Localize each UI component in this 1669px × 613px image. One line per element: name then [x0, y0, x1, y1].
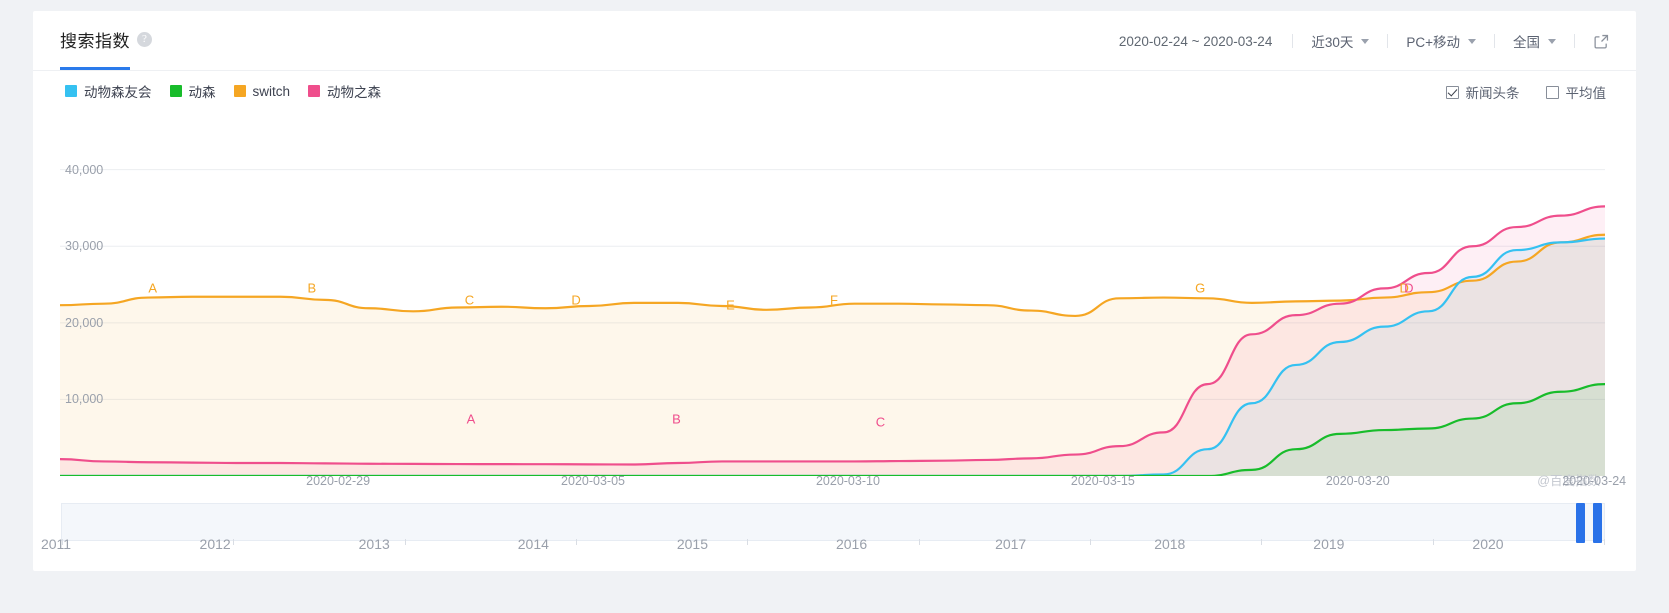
year-label-2017: 2017: [995, 536, 1027, 552]
year-label-2020: 2020: [1472, 536, 1504, 552]
region-dropdown[interactable]: 全国: [1495, 31, 1574, 51]
x-tick-label: 2020-02-29: [306, 474, 371, 488]
year-label-2015: 2015: [676, 536, 709, 552]
legend-label: 动物森友会: [84, 85, 152, 100]
timeline-year-labels: 2011 2012 2013 2014 2015 2016 2017 2018 2019 2020: [0, 536, 1669, 560]
legend-label: 动森: [188, 85, 216, 100]
y-tick-label: 10,000: [65, 392, 104, 407]
checkbox-box[interactable]: [1545, 85, 1559, 99]
year-label-2018: 2018: [1154, 536, 1186, 552]
region-label: 全国: [1513, 35, 1540, 50]
legend-row: 动物森友会 动森 switch 动物之森 新闻头条 平均值: [33, 71, 1636, 111]
event-marker-F-5[interactable]: F: [830, 292, 838, 307]
legend-swatch: [169, 85, 182, 97]
chevron-down-icon: [1468, 38, 1476, 44]
chart-svg: [59, 169, 1606, 478]
legend-label: 动物之森: [327, 85, 382, 100]
event-marker-B-1[interactable]: B: [307, 281, 316, 296]
external-link-icon[interactable]: [1575, 33, 1614, 50]
page-title: 搜索指数: [60, 32, 130, 51]
event-marker-A-8[interactable]: A: [467, 411, 476, 426]
chart-options: 新闻头条 平均值: [1445, 82, 1607, 102]
search-index-panel: 搜索指数 ? 2020-02-24 ~ 2020-03-24 近30天 PC+移…: [33, 11, 1636, 571]
event-marker-D-3[interactable]: D: [571, 292, 580, 307]
x-axis-labels: 2020-02-29 2020-03-05 2020-03-10 2020-03-15…: [33, 474, 1636, 494]
event-marker-C-2[interactable]: C: [465, 292, 474, 307]
chevron-down-icon: [1361, 38, 1370, 44]
legend-swatch: [308, 85, 321, 97]
x-tick-label: 2020-03-20: [1325, 474, 1390, 488]
y-tick-label: 40,000: [65, 162, 104, 177]
year-label-2019: 2019: [1313, 536, 1345, 552]
year-label-2012: 2012: [199, 536, 231, 552]
period-dropdown[interactable]: 近30天: [1293, 31, 1387, 51]
checkbox-label: 平均值: [1565, 86, 1607, 101]
option-checkbox-0[interactable]: 新闻头条: [1445, 82, 1520, 102]
year-label-2016: 2016: [835, 536, 868, 552]
title-group: 搜索指数 ?: [60, 27, 152, 52]
option-checkbox-1[interactable]: 平均值: [1545, 82, 1607, 102]
x-tick-label: 2020-03-15: [1070, 474, 1135, 488]
legend-item-1[interactable]: 动森: [169, 81, 216, 101]
event-marker-A-0[interactable]: A: [148, 281, 157, 296]
year-label-2014: 2014: [517, 536, 549, 552]
period-label: 近30天: [1311, 35, 1354, 50]
panel-header: 搜索指数 ? 2020-02-24 ~ 2020-03-24 近30天 PC+移…: [33, 11, 1636, 71]
checkbox-label: 新闻头条: [1465, 86, 1520, 101]
help-icon[interactable]: ?: [137, 32, 152, 47]
legend-label: switch: [252, 83, 291, 99]
event-marker-E-4[interactable]: E: [726, 298, 735, 313]
year-label-2013: 2013: [358, 536, 390, 552]
checkbox-box[interactable]: [1445, 85, 1459, 99]
header-controls: 2020-02-24 ~ 2020-03-24 近30天 PC+移动 全国: [1101, 11, 1614, 71]
year-label-2011: 2011: [40, 536, 72, 552]
date-range-label: 2020-02-24 ~ 2020-03-24: [1118, 33, 1273, 49]
legend-item-0[interactable]: 动物森友会: [65, 81, 152, 101]
chevron-down-icon: [1548, 38, 1556, 44]
series-legend: 动物森友会 动森 switch 动物之森: [65, 81, 381, 101]
legend-item-3[interactable]: 动物之森: [308, 81, 381, 101]
chart-area: 40,000 30,000 20,000 10,000 ABCDEFGDABCD @百…: [33, 111, 1636, 511]
event-marker-D-11[interactable]: D: [1404, 281, 1413, 296]
y-tick-label: 30,000: [65, 239, 104, 254]
chart-plot[interactable]: [59, 139, 1606, 478]
x-tick-label: 2020-03-10: [815, 474, 880, 488]
x-tick-label: 2020-03-05: [561, 474, 625, 488]
y-tick-label: 20,000: [65, 315, 104, 330]
legend-item-2[interactable]: switch: [233, 83, 291, 99]
title-underline: [60, 67, 130, 70]
x-tick-label: 2020-03-24: [1562, 474, 1627, 488]
device-dropdown[interactable]: PC+移动: [1388, 31, 1494, 51]
event-marker-C-10[interactable]: C: [876, 414, 885, 429]
event-marker-G-6[interactable]: G: [1195, 281, 1205, 296]
event-marker-B-9[interactable]: B: [672, 411, 681, 426]
device-label: PC+移动: [1406, 35, 1460, 50]
legend-swatch: [65, 85, 77, 97]
legend-swatch: [233, 85, 246, 97]
